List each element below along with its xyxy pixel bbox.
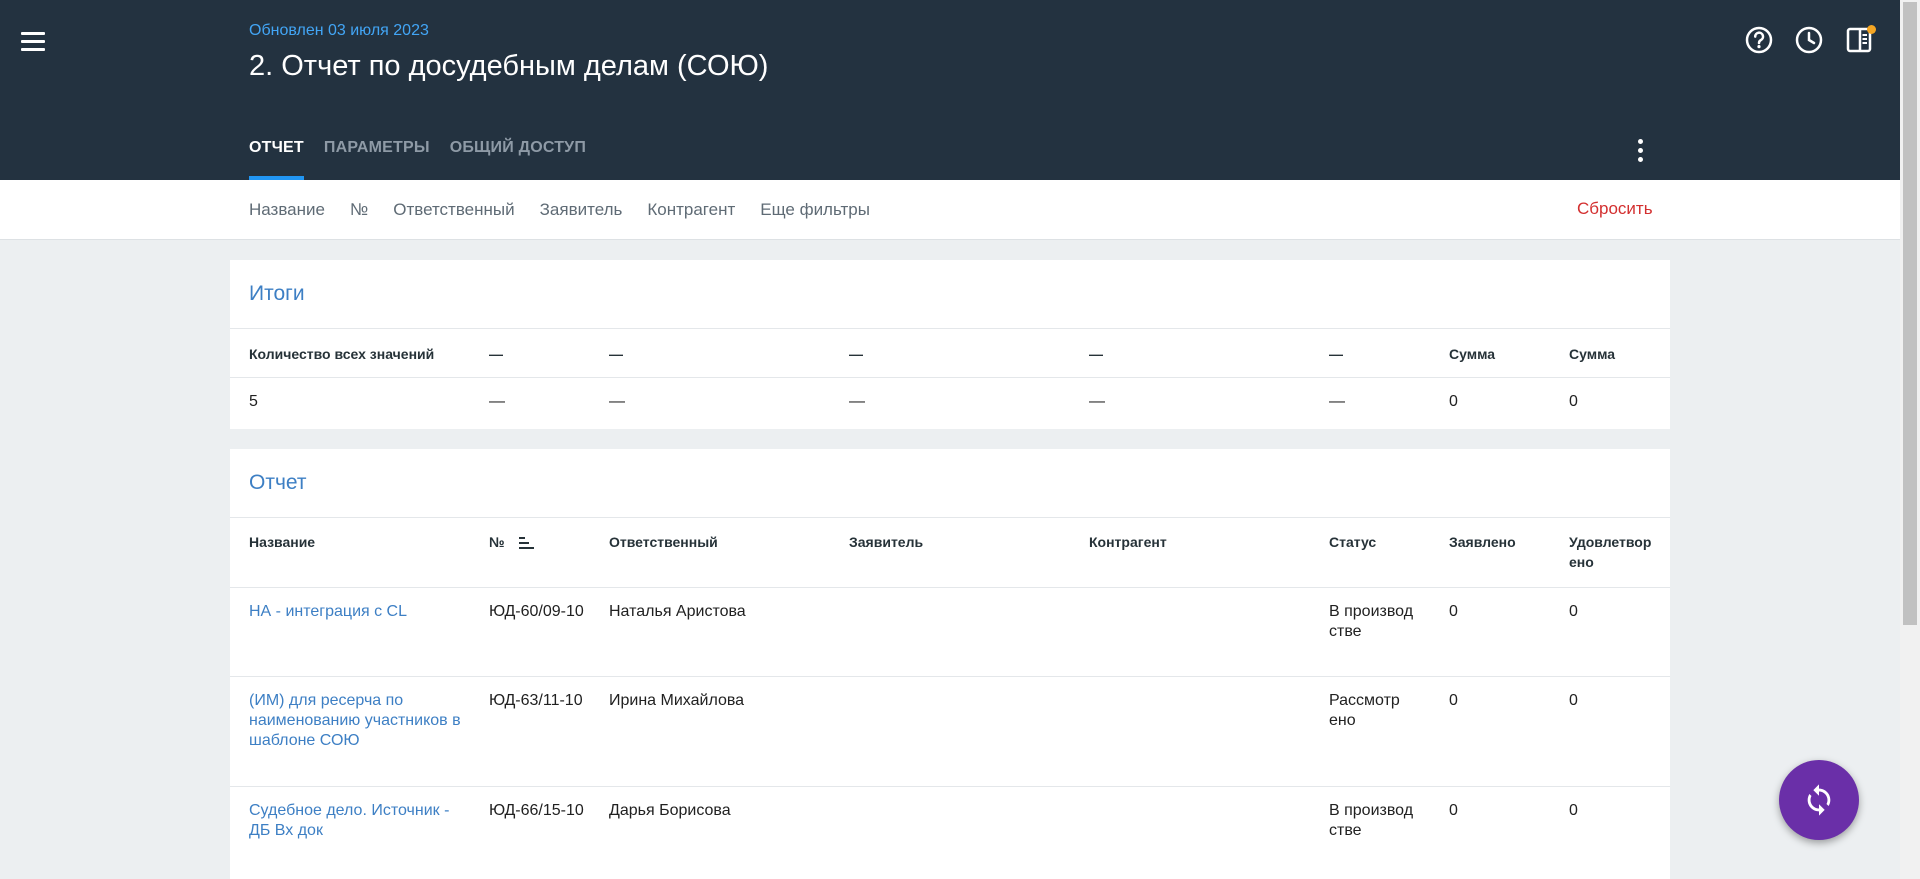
totals-header-cell: — [1089, 346, 1103, 362]
tab-parameters[interactable]: ПАРАМЕТРЫ [324, 136, 430, 180]
responsible-person: Наталья Аристова [609, 603, 746, 620]
case-number: ЮД-60/09-10 [489, 603, 584, 620]
refresh-button[interactable] [1779, 760, 1859, 840]
history-icon[interactable] [1793, 24, 1825, 56]
status: В производ стве [1329, 603, 1414, 640]
reset-filters-button[interactable]: Сбросить [1577, 199, 1653, 219]
column-header-number[interactable]: № [470, 532, 590, 587]
satisfied-amount: 0 [1569, 802, 1578, 819]
claimed-amount: 0 [1449, 692, 1458, 709]
totals-header-cell: — [1329, 346, 1343, 362]
case-name-link[interactable]: (ИМ) для ресерча по наименованию участни… [230, 691, 470, 786]
column-header-counterparty[interactable]: Контрагент [1070, 532, 1310, 587]
counterparty [1070, 691, 1310, 786]
totals-header-cell: — [609, 346, 623, 362]
totals-value-cell: 5 [249, 393, 258, 410]
app-header: Обновлен 03 июля 2023 2. Отчет по досуде… [0, 0, 1900, 180]
responsible-person: Дарья Борисова [609, 802, 731, 819]
help-icon[interactable] [1743, 24, 1775, 56]
column-header-applicant[interactable]: Заявитель [830, 532, 1070, 587]
filter-list: Название № Ответственный Заявитель Контр… [249, 180, 870, 240]
report-title: Отчет [230, 449, 1670, 518]
tab-bar: ОТЧЕТ ПАРАМЕТРЫ ОБЩИЙ ДОСТУП [249, 136, 586, 180]
tab-sharing[interactable]: ОБЩИЙ ДОСТУП [450, 136, 586, 180]
totals-value-cell: — [1089, 393, 1105, 410]
status: Рассмотр ено [1329, 692, 1400, 729]
column-header-status[interactable]: Статус [1310, 532, 1430, 587]
table-row: НА - интеграция с CL ЮД-60/09-10 Наталья… [230, 588, 1670, 677]
totals-value-cell: 0 [1569, 393, 1578, 410]
column-header-name[interactable]: Название [230, 532, 470, 587]
claimed-amount: 0 [1449, 802, 1458, 819]
claimed-amount: 0 [1449, 603, 1458, 620]
totals-card: Итоги Количество всех значений — — — — —… [230, 260, 1670, 429]
column-header-satisfied[interactable]: Удовлетвор ено [1550, 532, 1670, 587]
applicant [830, 602, 1070, 676]
totals-value-cell: — [1329, 393, 1345, 410]
updated-date: Обновлен 03 июля 2023 [249, 22, 429, 39]
totals-value-cell: — [609, 393, 625, 410]
more-filters-button[interactable]: Еще фильтры [760, 200, 870, 220]
tab-report[interactable]: ОТЧЕТ [249, 136, 304, 180]
filter-counterparty[interactable]: Контрагент [647, 200, 735, 220]
page-title: 2. Отчет по досудебным делам (СОЮ) [249, 50, 769, 82]
column-header-responsible[interactable]: Ответственный [590, 532, 830, 587]
responsible-person: Ирина Михайлова [609, 692, 745, 709]
filter-number[interactable]: № [350, 200, 368, 220]
applicant [830, 691, 1070, 786]
counterparty [1070, 602, 1310, 676]
case-number: ЮД-66/15-10 [489, 802, 584, 819]
totals-header-cell: Количество всех значений [249, 346, 435, 362]
report-card: Отчет Название № Ответственный Заявитель… [230, 449, 1670, 879]
scrollbar-thumb[interactable] [1903, 2, 1917, 625]
counterparty [1070, 801, 1310, 879]
more-options-icon[interactable] [1628, 134, 1652, 166]
totals-header-cell: Сумма [1449, 346, 1496, 362]
filter-name[interactable]: Название [249, 200, 325, 220]
totals-value-cell: 0 [1449, 393, 1458, 410]
filter-responsible[interactable]: Ответственный [393, 200, 514, 220]
table-row: (ИМ) для ресерча по наименованию участни… [230, 677, 1670, 787]
satisfied-amount: 0 [1569, 603, 1578, 620]
column-header-claimed[interactable]: Заявлено [1430, 532, 1550, 587]
menu-icon[interactable] [16, 24, 50, 58]
totals-value-row: 5 — — — — — 0 0 [230, 378, 1670, 428]
filter-applicant[interactable]: Заявитель [540, 200, 623, 220]
filter-bar: Название № Ответственный Заявитель Контр… [0, 180, 1900, 240]
case-number: ЮД-63/11-10 [489, 692, 583, 709]
panel-icon[interactable] [1843, 24, 1876, 56]
case-name-link[interactable]: НА - интеграция с CL [230, 602, 470, 676]
totals-header-cell: — [849, 346, 863, 362]
report-header-row: Название № Ответственный Заявитель Контр… [230, 518, 1670, 588]
totals-header-cell: Сумма [1569, 346, 1616, 362]
column-header-number-label: № [489, 534, 505, 550]
sort-icon[interactable] [518, 536, 535, 550]
totals-header-row: Количество всех значений — — — — — Сумма… [230, 329, 1670, 378]
totals-header-cell: — [489, 346, 503, 362]
totals-value-cell: — [849, 393, 865, 410]
table-row: Судебное дело. Источник - ДБ Вх док ЮД-6… [230, 787, 1670, 879]
scrollbar[interactable] [1900, 0, 1920, 879]
totals-value-cell: — [489, 393, 505, 410]
case-name-link[interactable]: Судебное дело. Источник - ДБ Вх док [230, 801, 470, 879]
applicant [830, 801, 1070, 879]
totals-title: Итоги [230, 260, 1670, 329]
sync-icon [1807, 784, 1831, 816]
status: В производ стве [1329, 802, 1414, 839]
notification-dot [1867, 25, 1876, 34]
satisfied-amount: 0 [1569, 692, 1578, 709]
